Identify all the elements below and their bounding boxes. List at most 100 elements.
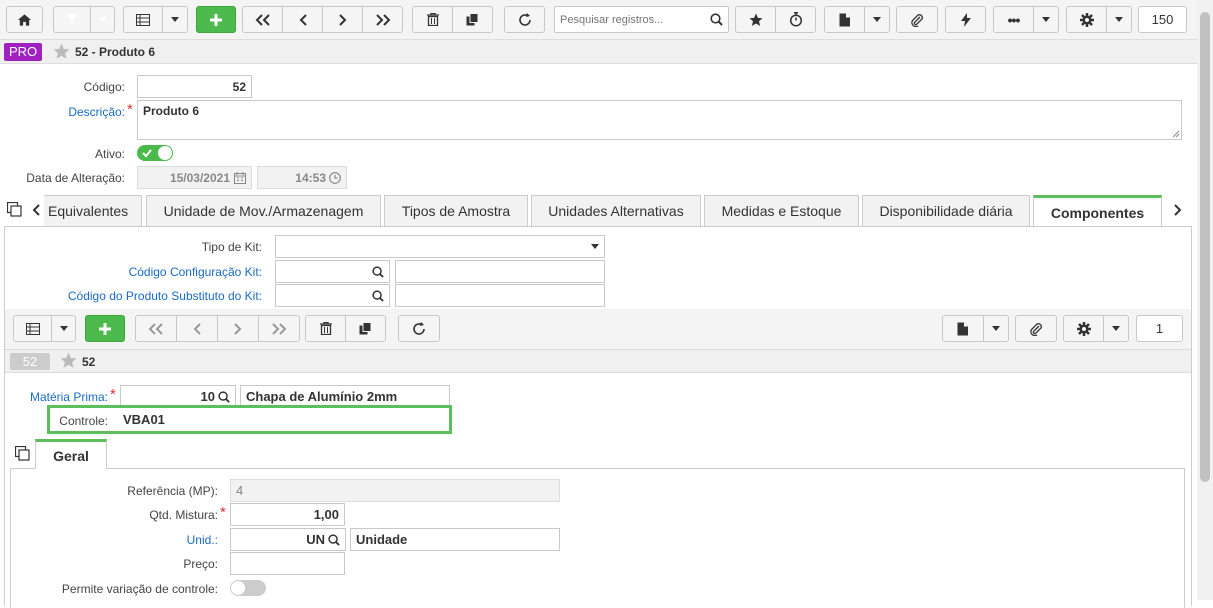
materia-prima-label[interactable]: Matéria Prima: <box>10 390 108 404</box>
sub-attach-button[interactable] <box>1015 315 1057 342</box>
attach-button[interactable] <box>896 6 938 33</box>
sub-grid-view-button[interactable] <box>13 315 52 342</box>
sub-first-button[interactable] <box>135 315 177 342</box>
previous-record-button[interactable] <box>282 6 323 33</box>
data-alteracao-input: 15/03/2021 <box>137 166 252 189</box>
tab-componentes[interactable]: Componentes <box>1033 195 1162 227</box>
sub-add-button[interactable] <box>85 315 125 342</box>
chevron-down-icon <box>873 17 881 22</box>
copy-tabs-icon[interactable] <box>7 202 22 217</box>
tab-tipos-amostra[interactable]: Tipos de Amostra <box>384 195 528 226</box>
star-icon[interactable] <box>53 43 70 60</box>
ativo-toggle[interactable] <box>137 145 173 161</box>
sub-duplicate-button[interactable] <box>345 315 386 342</box>
page-size-input[interactable]: 150 <box>1138 6 1187 33</box>
document-icon <box>957 322 968 335</box>
refresh-button[interactable] <box>504 6 545 33</box>
actions-button[interactable] <box>945 6 986 33</box>
search-icon[interactable] <box>372 289 384 302</box>
resize-handle-icon[interactable] <box>1172 130 1180 138</box>
chevron-down-icon <box>171 17 179 22</box>
view-dropdown[interactable] <box>162 6 188 33</box>
timer-button[interactable] <box>775 6 816 33</box>
permite-variacao-toggle[interactable] <box>230 580 266 596</box>
tabs-scroll-right-icon[interactable] <box>1174 204 1182 216</box>
sub-delete-button[interactable] <box>305 315 346 342</box>
settings-dropdown[interactable] <box>1106 6 1132 33</box>
data-alteracao-label: Data de Alteração: <box>26 171 125 185</box>
unid-input[interactable]: UN <box>230 528 346 551</box>
sub-last-button[interactable] <box>258 315 300 342</box>
sub-report-button[interactable] <box>942 315 984 342</box>
tab-medidas-estoque[interactable]: Medidas e Estoque <box>704 195 859 226</box>
vertical-scrollbar[interactable] <box>1197 0 1213 600</box>
unid-label[interactable]: Unid.: <box>20 533 218 547</box>
tab-unidade-mov[interactable]: Unidade de Mov./Armazenagem <box>146 195 381 226</box>
sub-refresh-button[interactable] <box>398 315 440 342</box>
chevron-down-icon <box>98 17 107 22</box>
more-button[interactable]: ••• <box>993 6 1034 33</box>
sub-prev-button[interactable] <box>176 315 218 342</box>
sub-page-size-input[interactable]: 1 <box>1136 315 1183 342</box>
sub-report-dropdown[interactable] <box>983 315 1009 342</box>
chevron-down-icon <box>59 326 68 331</box>
last-record-button[interactable] <box>362 6 403 33</box>
copy-icon <box>359 322 372 335</box>
refresh-icon <box>518 12 531 26</box>
descricao-label[interactable]: Descrição: <box>10 105 125 119</box>
sub-next-button[interactable] <box>217 315 259 342</box>
home-button[interactable] <box>6 6 43 33</box>
codigo-input[interactable]: 52 <box>137 75 252 98</box>
first-record-button[interactable] <box>242 6 283 33</box>
search-input[interactable] <box>560 13 705 26</box>
cod-subst-kit-label[interactable]: Código do Produto Substituto do Kit: <box>20 289 262 303</box>
double-chevron-right-icon <box>375 13 390 26</box>
sub-nav-group <box>135 315 300 342</box>
controle-input[interactable]: VBA01 <box>118 408 449 431</box>
qtd-mistura-input[interactable]: 1,00 <box>230 503 345 526</box>
delete-button[interactable] <box>412 6 453 33</box>
clock-icon <box>329 171 341 184</box>
star-icon[interactable] <box>60 352 77 369</box>
favorite-button[interactable] <box>735 6 776 33</box>
cod-config-kit-label[interactable]: Código Configuração Kit: <box>20 265 262 279</box>
tab-geral[interactable]: Geral <box>35 439 107 469</box>
more-dropdown[interactable] <box>1033 6 1059 33</box>
add-button[interactable] <box>196 6 236 33</box>
tabs-scroll-left-icon[interactable] <box>32 204 40 216</box>
search-icon[interactable] <box>372 265 384 278</box>
stopwatch-icon <box>789 12 802 27</box>
copy-tabs-icon[interactable] <box>15 446 30 461</box>
tab-unidades-alternativas[interactable]: Unidades Alternativas <box>531 195 701 226</box>
grid-view-button[interactable] <box>123 6 163 33</box>
gear-icon <box>1079 12 1094 27</box>
cod-config-kit-input[interactable] <box>275 260 390 283</box>
search-icon[interactable] <box>218 390 230 403</box>
preco-input[interactable] <box>230 552 345 575</box>
scrollbar-thumb[interactable] <box>1200 12 1210 482</box>
filter-dropdown[interactable] <box>90 6 115 33</box>
time-value: 14:53 <box>295 170 326 185</box>
search-icon[interactable] <box>328 533 340 546</box>
sub-settings-button[interactable] <box>1063 315 1104 342</box>
filter-button[interactable] <box>53 6 91 33</box>
fav-group <box>735 6 816 33</box>
sub-settings-dropdown[interactable] <box>1103 315 1129 342</box>
descricao-textarea[interactable]: Produto 6 <box>137 100 1182 140</box>
module-badge: PRO <box>4 43 43 61</box>
cod-subst-kit-input[interactable] <box>275 284 390 307</box>
tab-disponibilidade[interactable]: Disponibilidade diária <box>862 195 1030 226</box>
settings-button[interactable] <box>1066 6 1107 33</box>
search-icon[interactable] <box>710 13 723 26</box>
tab-equivalentes[interactable]: Equivalentes <box>44 195 142 226</box>
report-dropdown[interactable] <box>864 6 890 33</box>
sub-view-dropdown[interactable] <box>51 315 76 342</box>
duplicate-button[interactable] <box>452 6 493 33</box>
tipo-kit-select[interactable] <box>275 235 605 258</box>
chevron-right-icon <box>234 322 242 335</box>
lightning-icon <box>960 12 971 27</box>
report-group <box>824 6 890 33</box>
hora-alteracao-input: 14:53 <box>257 166 347 189</box>
next-record-button[interactable] <box>322 6 363 33</box>
report-button[interactable] <box>824 6 865 33</box>
